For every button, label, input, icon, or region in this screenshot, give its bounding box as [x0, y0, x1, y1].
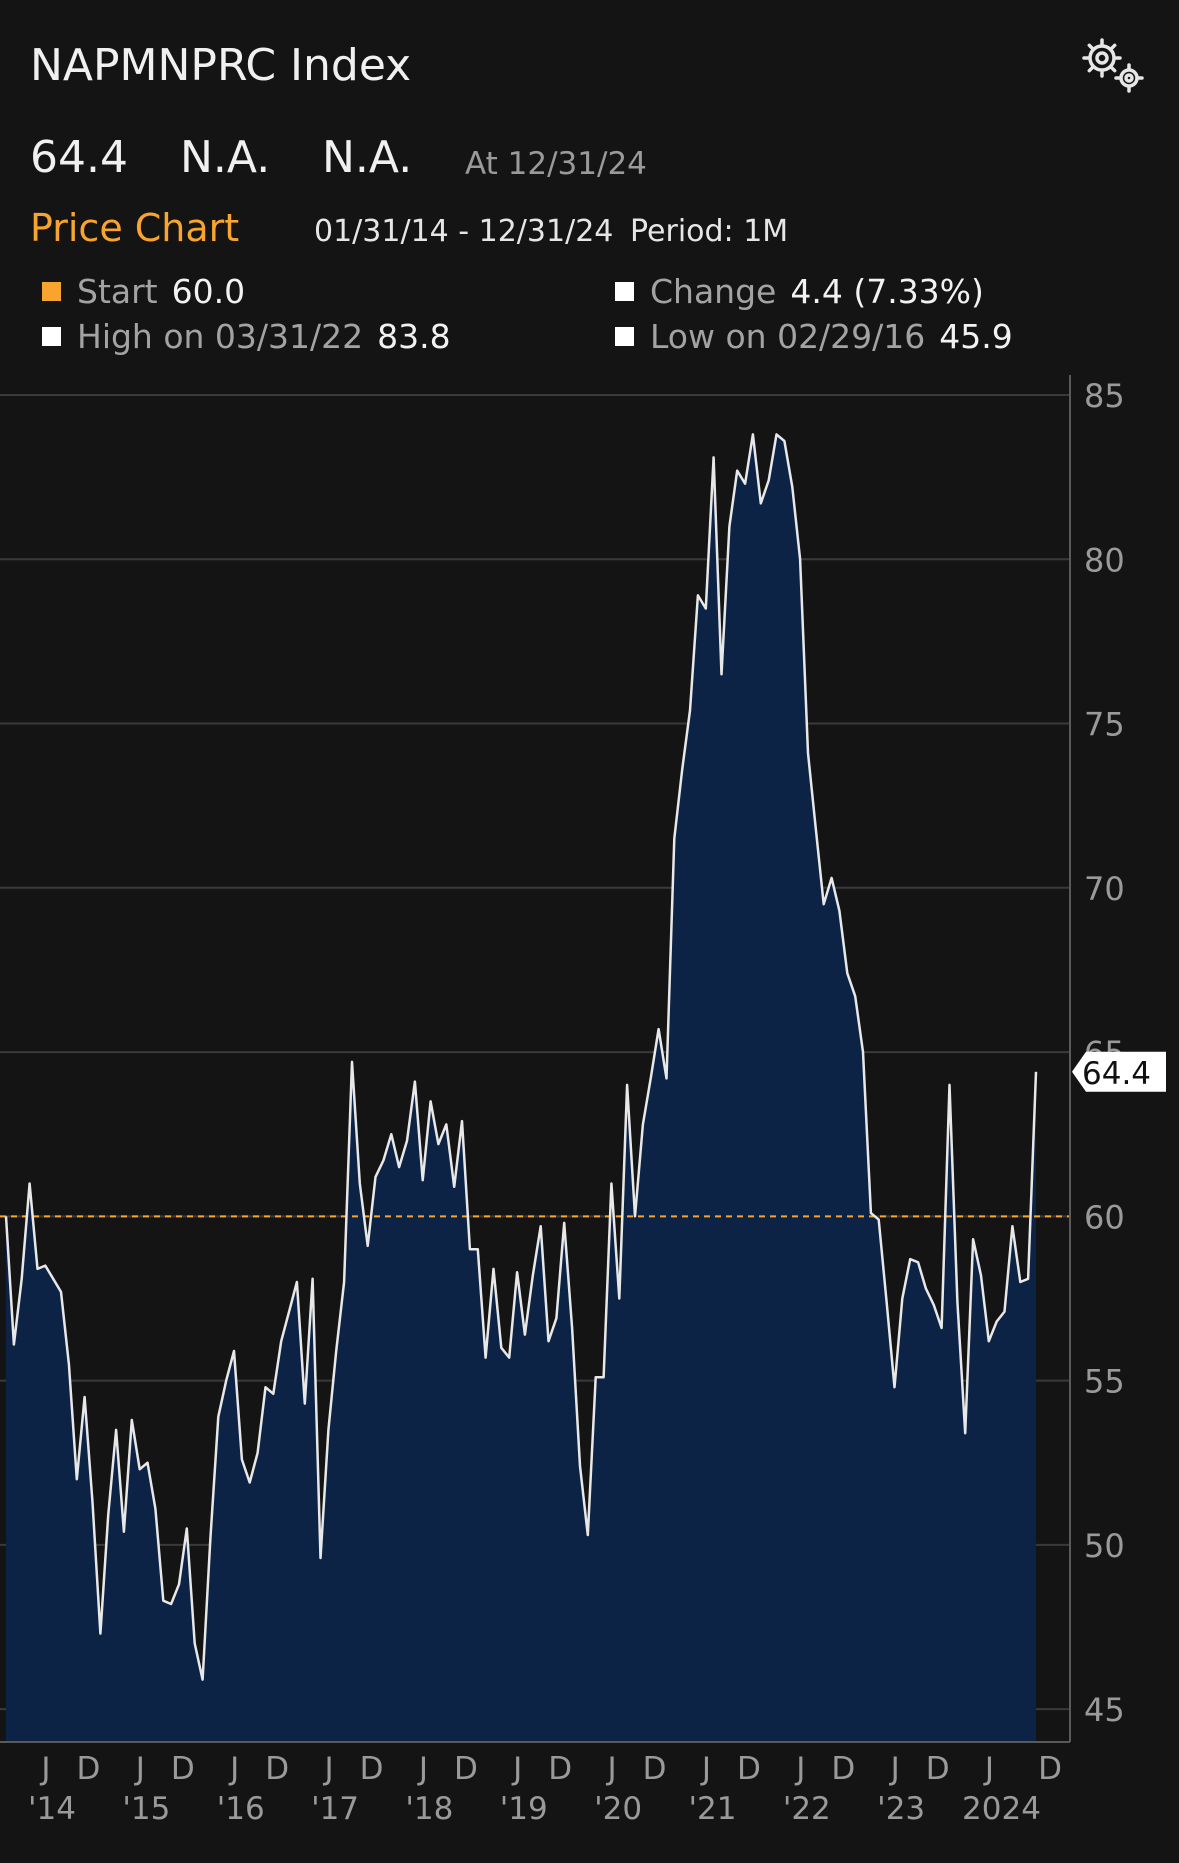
x-tick-label: D: [643, 1751, 667, 1787]
low-value: 45.9: [939, 317, 1013, 356]
y-tick-label: 60: [1084, 1198, 1125, 1236]
high-label: High on 03/31/22: [77, 317, 364, 356]
x-tick-label: J: [700, 1751, 711, 1787]
x-tick-year-label: '19: [500, 1791, 548, 1827]
percent-change: N.A.: [322, 132, 413, 183]
x-tick-label: J: [983, 1751, 994, 1787]
as-of-date: At 12/31/24: [465, 146, 647, 182]
x-tick-label: J: [39, 1751, 50, 1787]
y-tick-label: 85: [1084, 377, 1125, 415]
x-tick-label: D: [454, 1751, 478, 1787]
net-change: N.A.: [180, 132, 271, 183]
low-legend-swatch: [615, 327, 634, 346]
x-tick-label: J: [228, 1751, 239, 1787]
x-tick-label: J: [322, 1751, 333, 1787]
last-value-label: 64.4: [1082, 1056, 1151, 1092]
x-tick-label: D: [831, 1751, 855, 1787]
x-tick-label: J: [794, 1751, 805, 1787]
x-tick-year-label: '22: [783, 1791, 831, 1827]
y-tick-label: 45: [1084, 1691, 1125, 1729]
price-chart[interactable]: 45505560657075808564.4J'14DJ'15DJ'16DJ'1…: [0, 360, 1179, 1840]
x-tick-year-label: '21: [688, 1791, 736, 1827]
y-tick-label: 80: [1084, 541, 1125, 579]
x-tick-year-label: '17: [311, 1791, 359, 1827]
stat-low: Low on 02/29/16 45.9: [615, 317, 1013, 356]
start-label: Start: [77, 272, 158, 311]
change-legend-swatch: [615, 282, 634, 301]
x-tick-label: D: [926, 1751, 950, 1787]
y-tick-label: 75: [1084, 706, 1125, 744]
y-tick-label: 50: [1084, 1527, 1125, 1565]
y-tick-label: 55: [1084, 1363, 1125, 1401]
x-tick-label: D: [548, 1751, 572, 1787]
last-value-badge: 64.4: [1072, 1051, 1166, 1092]
x-tick-year-label: '15: [122, 1791, 170, 1827]
x-tick-label: J: [511, 1751, 522, 1787]
x-tick-label: J: [417, 1751, 428, 1787]
x-tick-year-label: 2024: [962, 1791, 1041, 1827]
change-value: 4.4 (7.33%): [790, 272, 984, 311]
x-tick-year-label: '18: [405, 1791, 453, 1827]
y-tick-label: 70: [1084, 870, 1125, 908]
change-label: Change: [650, 272, 777, 311]
stat-change: Change 4.4 (7.33%): [615, 272, 984, 311]
x-tick-label: D: [265, 1751, 289, 1787]
last-price: 64.4: [30, 132, 128, 183]
page-title: NAPMNPRC Index: [30, 40, 412, 91]
low-label: Low on 02/29/16: [650, 317, 926, 356]
x-tick-year-label: '16: [217, 1791, 265, 1827]
start-legend-swatch: [42, 282, 61, 301]
x-tick-label: J: [606, 1751, 617, 1787]
x-tick-label: J: [134, 1751, 145, 1787]
x-tick-label: D: [77, 1751, 101, 1787]
x-tick-year-label: '23: [877, 1791, 925, 1827]
x-tick-label: J: [889, 1751, 900, 1787]
high-legend-swatch: [42, 327, 61, 346]
date-range[interactable]: 01/31/14 - 12/31/24: [314, 214, 613, 249]
start-value: 60.0: [171, 272, 246, 311]
period-selector[interactable]: Period: 1M: [630, 214, 788, 249]
stat-high: High on 03/31/22 83.8: [42, 317, 451, 356]
x-tick-label: D: [171, 1751, 195, 1787]
x-tick-label: D: [1038, 1751, 1062, 1787]
stat-start: Start 60.0: [42, 272, 245, 311]
high-value: 83.8: [377, 317, 451, 356]
x-tick-label: D: [737, 1751, 761, 1787]
price-chart-label: Price Chart: [30, 206, 240, 250]
x-tick-label: D: [360, 1751, 384, 1787]
gears-icon[interactable]: [1076, 34, 1148, 98]
x-tick-year-label: '20: [594, 1791, 642, 1827]
x-tick-year-label: '14: [28, 1791, 76, 1827]
